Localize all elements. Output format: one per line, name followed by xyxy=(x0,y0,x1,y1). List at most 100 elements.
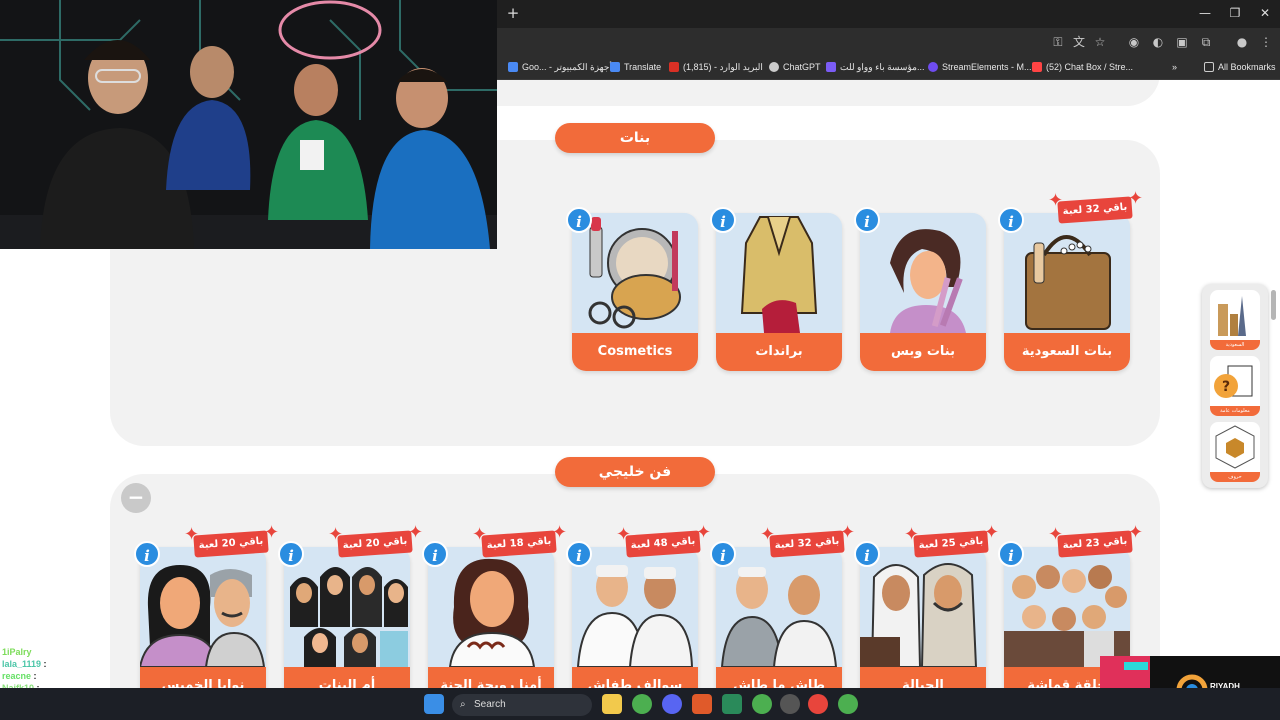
chat-message: 1iPalry xyxy=(2,647,32,657)
chatgpt-icon xyxy=(769,62,779,72)
info-icon[interactable]: i xyxy=(278,541,304,567)
restore-button[interactable]: ❐ xyxy=(1220,4,1250,22)
windows-start-icon[interactable] xyxy=(424,694,444,714)
category-card[interactable]: الحيالة i ✦ ✦ باقي 25 لعبة xyxy=(854,524,999,688)
games-remaining-badge: ✦ ✦ باقي 25 لعبة xyxy=(904,524,999,558)
info-icon[interactable]: i xyxy=(422,541,448,567)
card-image xyxy=(716,547,842,667)
app-icon[interactable] xyxy=(692,694,712,714)
search-icon: ⌕ xyxy=(460,699,466,710)
card-label: Cosmetics xyxy=(572,333,698,371)
info-icon[interactable]: i xyxy=(998,541,1024,567)
new-tab-button[interactable]: + xyxy=(505,4,521,22)
collapse-button[interactable]: − xyxy=(121,483,151,513)
category-card[interactable]: أم البنات i ✦ ✦ باقي 20 لعبة xyxy=(278,524,423,688)
bookmark-item[interactable]: (52) Chat Box / Stre... xyxy=(1032,60,1133,74)
card-image xyxy=(428,547,554,667)
bookmark-item[interactable]: مؤسسة باء وواو للت... xyxy=(826,60,924,74)
stream-chat: 1iPalry lala_1119 : ايوه reacne : التلكس… xyxy=(2,646,112,694)
gmail-icon xyxy=(669,62,679,72)
widget-item-saudi[interactable]: السعودية xyxy=(1210,290,1260,350)
close-window-button[interactable]: ✕ xyxy=(1250,4,1280,22)
quick-categories-widget: السعودية ? معلومات عامة حروف xyxy=(1202,284,1268,488)
bookmark-icon xyxy=(826,62,836,72)
games-remaining-badge: ✦ ✦ باقي 20 لعبة xyxy=(184,524,279,558)
card-image xyxy=(1004,547,1130,667)
profile-avatar[interactable]: ● xyxy=(1234,34,1250,50)
games-remaining-badge: ✦ ✦ باقي 18 لعبة xyxy=(472,524,567,558)
key-icon[interactable]: ⚿ xyxy=(1050,34,1066,50)
widget-item-general-info[interactable]: ? معلومات عامة xyxy=(1210,356,1260,416)
app-icon[interactable] xyxy=(808,694,828,714)
bookmark-item[interactable]: ChatGPT xyxy=(769,60,821,74)
info-icon[interactable]: i xyxy=(134,541,160,567)
card-label: طاش ما طاش xyxy=(716,667,842,688)
info-icon[interactable]: i xyxy=(710,207,736,233)
info-icon[interactable]: i xyxy=(710,541,736,567)
card-label: الحيالة xyxy=(860,667,986,688)
chat-message: reacne : التلكس xyxy=(2,671,67,681)
info-icon[interactable]: i xyxy=(566,541,592,567)
chrome-icon[interactable] xyxy=(752,694,772,714)
bookmark-item[interactable]: StreamElements - M... xyxy=(928,60,1032,74)
folder-icon xyxy=(1204,62,1214,72)
section-title: فن خليجي xyxy=(555,457,715,487)
webcam-overlay xyxy=(0,0,497,249)
category-card[interactable]: أمنا رويحة الجنة i ✦ ✦ باقي 18 لعبة xyxy=(422,524,567,688)
extension-icon[interactable]: ◐ xyxy=(1150,34,1166,50)
bookmark-item[interactable]: البريد الوارد - (1,815) xyxy=(669,60,763,74)
games-remaining-badge: ✦ ✦ باقي 48 لعبة xyxy=(616,524,711,558)
card-image xyxy=(860,547,986,667)
category-card[interactable]: براندات i xyxy=(710,207,842,371)
card-image xyxy=(572,547,698,667)
card-image xyxy=(1004,213,1130,333)
card-image xyxy=(860,213,986,333)
app-icon[interactable] xyxy=(780,694,800,714)
bookmark-item[interactable]: Goo... - أجهزة الكمبيوتر xyxy=(508,60,612,74)
category-card[interactable]: بنات وبس i xyxy=(854,207,986,371)
page-scrollbar[interactable] xyxy=(1271,290,1276,320)
category-card[interactable]: طاش ما طاش i ✦ ✦ باقي 32 لعبة xyxy=(710,524,855,688)
card-image xyxy=(716,213,842,333)
info-icon[interactable]: i xyxy=(854,541,880,567)
games-remaining-badge: ✦ ✦ باقي 32 لعبة xyxy=(1048,190,1143,224)
menu-icon[interactable]: ⋮ xyxy=(1258,34,1274,50)
extension-icon[interactable]: ◉ xyxy=(1126,34,1142,50)
card-label: سوالف طفاش xyxy=(572,667,698,688)
card-label: أمنا رويحة الجنة xyxy=(428,667,554,688)
bookmark-icon xyxy=(610,62,620,72)
card-label: بنات وبس xyxy=(860,333,986,371)
file-explorer-icon[interactable] xyxy=(602,694,622,714)
games-remaining-badge: ✦ ✦ باقي 23 لعبة xyxy=(1048,524,1143,558)
youtube-icon xyxy=(1032,62,1042,72)
card-label: نوايا الخميس xyxy=(140,667,266,688)
bookmark-icon xyxy=(508,62,518,72)
discord-icon[interactable] xyxy=(662,694,682,714)
category-card[interactable]: Cosmetics i xyxy=(566,207,698,371)
streamelements-icon xyxy=(928,62,938,72)
widget-item-letters[interactable]: حروف xyxy=(1210,422,1260,482)
app-icon[interactable] xyxy=(722,694,742,714)
translate-icon[interactable]: 文 xyxy=(1071,34,1087,50)
info-icon[interactable]: i xyxy=(854,207,880,233)
games-remaining-badge: ✦ ✦ باقي 32 لعبة xyxy=(760,524,855,558)
extension-icon[interactable]: ▣ xyxy=(1174,34,1190,50)
chrome-icon[interactable] xyxy=(632,694,652,714)
card-label: براندات xyxy=(716,333,842,371)
star-icon[interactable]: ☆ xyxy=(1092,34,1108,50)
card-label: بنات السعودية xyxy=(1004,333,1130,371)
bookmark-item[interactable]: Translate xyxy=(610,60,661,74)
category-card[interactable]: بنات السعودية i ✦ ✦ باقي 32 لعبة xyxy=(998,190,1143,371)
all-bookmarks-button[interactable]: All Bookmarks xyxy=(1204,60,1276,74)
card-image xyxy=(572,213,698,333)
svg-text:?: ? xyxy=(1222,379,1230,395)
category-card[interactable]: نوايا الخميس i ✦ ✦ باقي 20 لعبة xyxy=(134,524,279,688)
taskbar-search[interactable]: ⌕ Search xyxy=(452,694,592,716)
minimize-button[interactable]: — xyxy=(1190,4,1220,22)
info-icon[interactable]: i xyxy=(998,207,1024,233)
puzzle-icon[interactable]: ⧉ xyxy=(1198,34,1214,50)
category-card[interactable]: سوالف طفاش i ✦ ✦ باقي 48 لعبة xyxy=(566,524,711,688)
chrome-icon[interactable] xyxy=(838,694,858,714)
info-icon[interactable]: i xyxy=(566,207,592,233)
more-bookmarks-button[interactable]: » xyxy=(1172,60,1177,74)
